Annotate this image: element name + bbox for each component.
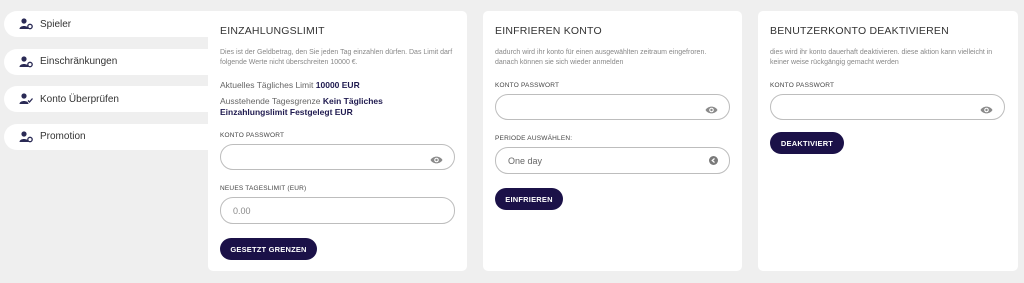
pending-limit-text: Ausstehende Tagesgrenze Kein Tägliches E… (220, 96, 420, 118)
period-select[interactable]: One day (495, 147, 730, 174)
password-label: KONTO PASSWORT (495, 82, 560, 89)
sidebar-item-konto-ueberpruefen[interactable]: Konto Überprüfen (4, 86, 224, 112)
deposit-limit-card: EINZAHLUNGSLIMIT Dies ist der Geldbetrag… (208, 11, 467, 271)
current-limit-label: Aktuelles Tägliches Limit (220, 80, 314, 90)
user-check-icon (19, 93, 33, 105)
card-description: dadurch wird ihr konto für einen ausgewä… (495, 49, 707, 66)
card-title: EINZAHLUNGSLIMIT (220, 25, 325, 37)
sidebar: Spieler Einschränkungen Konto Überprüfen… (4, 11, 224, 161)
sidebar-item-label: Promotion (40, 131, 86, 142)
eye-icon[interactable] (980, 102, 993, 114)
new-limit-input[interactable]: 0.00 (220, 197, 455, 224)
password-field[interactable] (220, 144, 455, 170)
set-limit-button[interactable]: GESETZT GRENZEN (220, 238, 317, 260)
new-limit-placeholder: 0.00 (233, 205, 251, 216)
password-field[interactable] (495, 94, 730, 120)
eye-icon[interactable] (430, 152, 443, 164)
deactivate-account-card: BENUTZERKONTO DEAKTIVIEREN dies wird ihr… (758, 11, 1018, 271)
freeze-account-card: EINFRIEREN KONTO dadurch wird ihr konto … (483, 11, 742, 271)
password-label: KONTO PASSWORT (770, 82, 835, 89)
card-description: Dies ist der Geldbetrag, den Sie jeden T… (220, 49, 453, 66)
sidebar-item-label: Spieler (40, 18, 72, 30)
card-description: dies wird ihr konto dauerhaft deaktivier… (770, 49, 993, 66)
sidebar-item-promotion[interactable]: Promotion (4, 123, 224, 150)
card-title: EINFRIEREN KONTO (495, 25, 602, 37)
user-gear-icon (19, 55, 33, 68)
current-limit-value: 10000 EUR (315, 80, 360, 90)
period-label: PERIODE AUSWÄHLEN: (495, 135, 573, 142)
freeze-button[interactable]: EINFRIEREN (495, 188, 563, 210)
password-label: KONTO PASSWORT (220, 132, 285, 139)
sidebar-item-einschraenkungen[interactable]: Einschränkungen (4, 48, 224, 75)
eye-icon[interactable] (705, 102, 718, 114)
deactivate-button[interactable]: DEAKTIVIERT (770, 132, 844, 154)
pending-limit-label: Ausstehende Tagesgrenze (220, 96, 321, 106)
user-gear-icon (19, 18, 33, 30)
card-title: BENUTZERKONTO DEAKTIVIEREN (770, 25, 949, 37)
new-limit-label: NEUES TAGESLIMIT (EUR) (220, 185, 307, 192)
user-gear-icon (19, 130, 33, 143)
chevron-left-icon (709, 156, 718, 165)
period-value: One day (508, 155, 543, 166)
sidebar-item-spieler[interactable]: Spieler (4, 11, 224, 37)
password-field[interactable] (770, 94, 1005, 120)
sidebar-item-label: Einschränkungen (40, 56, 118, 67)
sidebar-item-label: Konto Überprüfen (40, 93, 119, 105)
current-limit-text: Aktuelles Tägliches Limit 10000 EUR (220, 80, 456, 91)
